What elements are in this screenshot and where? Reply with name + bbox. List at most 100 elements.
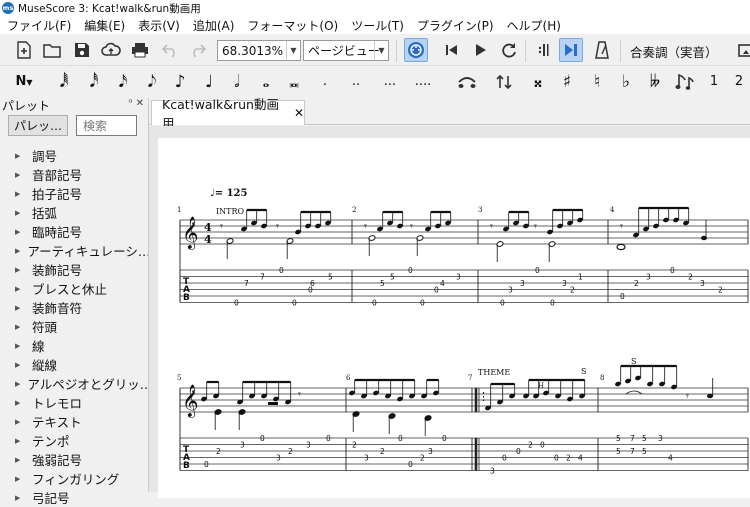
eighth-note-flag-icon[interactable]: ♪ — [170, 71, 190, 93]
expand-arrow-icon[interactable]: ▶ — [15, 266, 25, 274]
palette-item[interactable]: ▶ ブレスと休止 — [0, 279, 148, 298]
panel-float-close-icon[interactable]: ᵅ ✕ — [128, 98, 144, 109]
midi-input-icon[interactable] — [404, 38, 428, 62]
chevron-down-icon[interactable]: ▼ — [374, 41, 388, 60]
triple-dot-button[interactable]: ... — [377, 71, 403, 93]
voice-icon[interactable] — [673, 70, 697, 94]
palette-item[interactable]: ▶ アーティキュレーシ… — [0, 241, 148, 260]
palette-item[interactable]: ▶ 臨時記号 — [0, 222, 148, 241]
menu-plugins[interactable]: プラグイン(P) — [410, 17, 500, 34]
double-flat-icon[interactable]: 𝄫 — [645, 71, 665, 93]
palette-item[interactable]: ▶ 符頭 — [0, 317, 148, 336]
score-tab[interactable]: Kcat!walk&run動画用 ✕ — [151, 97, 305, 131]
playback-pan-icon[interactable] — [559, 38, 583, 62]
chevron-down-icon[interactable]: ▼ — [286, 41, 300, 60]
palette-item[interactable]: ▶ 線 — [0, 336, 148, 355]
palette-search-input[interactable]: 検索 — [76, 115, 137, 136]
score-page[interactable]: ♩= 125 INTRO THEME 𝄞 ♯ 4 4 T A B 1 2 3 4 𝄞 ♯ T A B 5 6 7 8 H S S 𝄾… — [158, 138, 750, 498]
menu-format[interactable]: フォーマット(O) — [240, 17, 344, 34]
palette-item[interactable]: ▶ フィンガリング — [0, 469, 148, 488]
palette-item[interactable]: ▶ 強弱記号 — [0, 450, 148, 469]
menu-view[interactable]: 表示(V) — [131, 17, 186, 34]
16th-note-icon[interactable]: 𝅘𝅥𝅯 — [113, 71, 133, 93]
undo-icon[interactable] — [158, 38, 182, 62]
palette-item[interactable]: ▶ テンポ — [0, 431, 148, 450]
eighth-note-icon[interactable]: 𝅘𝅥𝅮 — [142, 71, 162, 93]
palette-item[interactable]: ▶ 音部記号 — [0, 165, 148, 184]
print-icon[interactable] — [128, 38, 152, 62]
score-canvas[interactable]: ♩= 125 INTRO THEME 𝄞 ♯ 4 4 T A B 1 2 3 4 𝄞 ♯ T A B 5 6 7 8 H S S 𝄾… — [149, 126, 750, 498]
palette-item[interactable]: ▶ 装飾音符 — [0, 298, 148, 317]
expand-arrow-icon[interactable]: ▶ — [15, 228, 25, 236]
menu-help[interactable]: ヘルプ(H) — [500, 17, 567, 34]
palette-menu-button[interactable]: パレッ… — [8, 115, 68, 136]
flip-direction-icon[interactable] — [492, 70, 516, 94]
32nd-note-icon[interactable]: 𝅘𝅥𝅰 — [84, 71, 104, 93]
palette-item[interactable]: ▶ 括弧 — [0, 203, 148, 222]
half-note-icon[interactable]: 𝅗𝅥 — [227, 71, 247, 93]
palette-item[interactable]: ▶ 調号 — [0, 146, 148, 165]
zoom-select[interactable]: 68.3013% ▼ — [217, 40, 301, 61]
natural-icon[interactable]: ♮ — [587, 71, 607, 93]
palette-item[interactable]: ▶ 拍子記号 — [0, 184, 148, 203]
expand-arrow-icon[interactable]: ▶ — [15, 209, 25, 217]
expand-arrow-icon[interactable]: ▶ — [15, 418, 25, 426]
tie-icon[interactable] — [455, 70, 479, 94]
double-sharp-icon[interactable]: 𝄪 — [528, 71, 548, 93]
double-dot-button[interactable]: .. — [346, 71, 366, 93]
whole-note-icon[interactable]: 𝅝 — [256, 71, 276, 93]
metronome-icon[interactable] — [590, 38, 614, 62]
flat-icon[interactable]: ♭ — [616, 71, 636, 93]
palette-item[interactable]: ▶ 弓記号 — [0, 488, 148, 507]
upload-cloud-icon[interactable] — [99, 38, 123, 62]
image-capture-icon[interactable] — [734, 38, 750, 62]
expand-arrow-icon[interactable]: ▶ — [15, 285, 25, 293]
palette-item[interactable]: ▶ アルペジオとグリッ… — [0, 374, 148, 393]
sharp-icon[interactable]: ♯ — [557, 71, 577, 93]
loop-icon[interactable] — [497, 38, 521, 62]
rest: 𝄾 — [410, 220, 413, 233]
expand-arrow-icon[interactable]: ▶ — [15, 456, 25, 464]
tab-fret-number: 5 — [642, 447, 647, 456]
augmentation-dot-button[interactable]: . — [315, 71, 335, 93]
expand-arrow-icon[interactable]: ▶ — [15, 399, 25, 407]
expand-arrow-icon[interactable]: ▶ — [15, 361, 25, 369]
view-mode-select[interactable]: ページビュー ▼ — [303, 40, 389, 61]
quarter-note-icon[interactable]: ♩ — [199, 71, 219, 93]
expand-arrow-icon[interactable]: ▶ — [15, 437, 25, 445]
expand-arrow-icon[interactable]: ▶ — [15, 190, 25, 198]
expand-arrow-icon[interactable]: ▶ — [15, 171, 25, 179]
palette-item[interactable]: ▶ 装飾記号 — [0, 260, 148, 279]
new-file-icon[interactable] — [12, 38, 36, 62]
expand-arrow-icon[interactable]: ▶ — [15, 247, 20, 255]
expand-arrow-icon[interactable]: ▶ — [15, 380, 20, 388]
expand-arrow-icon[interactable]: ▶ — [15, 304, 25, 312]
concert-pitch-button[interactable]: 合奏調（実音） — [630, 42, 718, 61]
rewind-icon[interactable] — [440, 38, 464, 62]
palette-item[interactable]: ▶ 縦線 — [0, 355, 148, 374]
save-icon[interactable] — [70, 38, 94, 62]
menu-edit[interactable]: 編集(E) — [77, 17, 131, 34]
menu-tools[interactable]: ツール(T) — [344, 17, 410, 34]
play-icon[interactable] — [468, 38, 492, 62]
expand-arrow-icon[interactable]: ▶ — [15, 323, 25, 331]
note-input-mode-button[interactable]: N▼ — [10, 71, 38, 93]
close-icon[interactable]: ✕ — [294, 106, 304, 120]
menu-add[interactable]: 追加(A) — [186, 17, 241, 34]
open-file-icon[interactable] — [40, 38, 64, 62]
palette-item[interactable]: ▶ テキスト — [0, 412, 148, 431]
score-sheet[interactable]: ♩= 125INTROTHEME𝄞♯ 44TAB1 2 3 4𝄞♯TAB5 6 7 8HSS𝄾… — [158, 138, 750, 498]
menu-file[interactable]: ファイル(F) — [0, 17, 77, 34]
expand-arrow-icon[interactable]: ▶ — [15, 342, 25, 350]
64th-note-icon[interactable]: 𝅘𝅥𝅱 — [54, 71, 74, 93]
quadruple-dot-button[interactable]: .... — [408, 71, 438, 93]
voice-2-button[interactable]: 2 — [729, 71, 749, 93]
redo-icon[interactable] — [186, 38, 210, 62]
breve-note-icon[interactable]: 𝅜 — [284, 71, 304, 93]
expand-arrow-icon[interactable]: ▶ — [15, 152, 25, 160]
expand-arrow-icon[interactable]: ▶ — [15, 494, 25, 502]
loop-in-icon[interactable] — [530, 38, 554, 62]
palette-item[interactable]: ▶ トレモロ — [0, 393, 148, 412]
voice-1-button[interactable]: 1 — [704, 71, 724, 93]
expand-arrow-icon[interactable]: ▶ — [15, 475, 25, 483]
